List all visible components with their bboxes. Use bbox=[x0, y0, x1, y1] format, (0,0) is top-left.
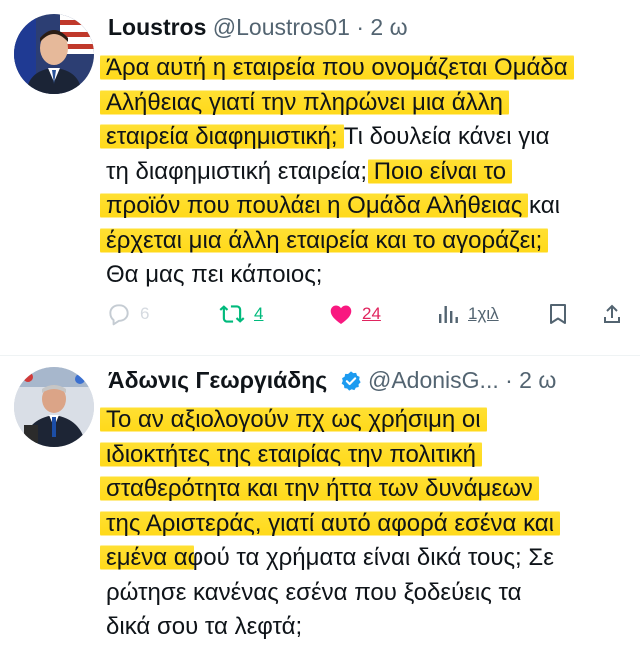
plain-text: δικά σου τα λεφτά; bbox=[106, 613, 303, 640]
reply-count: 6 bbox=[140, 304, 150, 323]
tweet-1[interactable]: Loustros @Loustros01 · 2 ω Άρα αυτή η ετ… bbox=[0, 0, 640, 355]
plain-text: Τι δουλεία κάνει για bbox=[337, 123, 550, 150]
retweet-icon bbox=[219, 305, 245, 323]
text-line: εταιρεία διαφημιστική; Τι δουλεία κάνει … bbox=[100, 120, 626, 155]
tweet-text: Το αν αξιολογούν πχ ως χρήσιμη οι ιδιοκτ… bbox=[100, 403, 626, 645]
separator-dot: · bbox=[356, 14, 364, 40]
separator-dot: · bbox=[505, 367, 513, 393]
text-line: ιδιοκτήτες της εταιρίας την πολιτική bbox=[100, 438, 626, 473]
text-line: Θα μας πει κάποιος; bbox=[106, 258, 626, 293]
author-handle[interactable]: @Loustros01 bbox=[213, 14, 350, 40]
share-button[interactable] bbox=[600, 296, 624, 332]
avatar[interactable] bbox=[14, 14, 94, 94]
plain-text: τη διαφημιστική εταιρεία; bbox=[106, 157, 368, 185]
text-line: της Αριστεράς, γιατί αυτό αφορά εσένα κα… bbox=[100, 507, 626, 542]
plain-text: και bbox=[522, 192, 560, 219]
author-name[interactable]: Loustros bbox=[108, 14, 206, 40]
retweet-button[interactable]: 4 bbox=[218, 296, 263, 332]
text-line: δικά σου τα λεφτά; bbox=[106, 610, 626, 645]
text-line: Αλήθειας γιατί την πληρώνει μια άλλη bbox=[100, 86, 626, 121]
avatar-photo-icon bbox=[14, 14, 94, 94]
bookmark-icon bbox=[550, 304, 566, 324]
text-line: ρώτησε κανένας εσένα που ξοδεύεις τα bbox=[106, 576, 626, 611]
avatar[interactable] bbox=[14, 367, 94, 447]
share-icon bbox=[604, 304, 620, 323]
views-button[interactable]: 1χιλ bbox=[436, 296, 499, 332]
highlighted-text: ιδιοκτήτες της εταιρίας την πολιτική bbox=[100, 440, 482, 468]
highlighted-text: της Αριστεράς, γιατί αυτό αφορά εσένα κα… bbox=[100, 509, 560, 537]
author-name[interactable]: Άδωνις Γεωργιάδης bbox=[108, 367, 327, 393]
highlighted-text: σταθερότητα και την ήττα των δυνάμεων bbox=[100, 475, 539, 502]
like-button[interactable]: 24 bbox=[328, 296, 381, 332]
verified-badge-icon bbox=[340, 370, 362, 398]
text-line: Άρα αυτή η εταιρεία που ονομάζεται Ομάδα bbox=[100, 51, 626, 86]
plain-text: φού τα χρήματα είναι δικά τους; Σε bbox=[187, 544, 554, 571]
text-line: εμένα αφού τα χρήματα είναι δικά τους; Σ… bbox=[100, 541, 626, 576]
author-handle[interactable]: @AdonisG... bbox=[368, 367, 499, 393]
plain-text: ρώτησε κανένας εσένα που ξοδεύεις τα bbox=[106, 578, 522, 606]
bookmark-button[interactable] bbox=[546, 296, 570, 332]
avatar-photo-icon bbox=[14, 367, 94, 447]
text-line: σταθερότητα και την ήττα των δυνάμεων bbox=[100, 472, 626, 507]
highlighted-text: έρχεται μια άλλη εταιρεία και το αγοράζε… bbox=[100, 226, 549, 254]
timestamp[interactable]: 2 ω bbox=[519, 367, 556, 393]
tweet-actions: 6 4 24 1χιλ bbox=[106, 296, 626, 332]
highlighted-text: Άρα αυτή η εταιρεία που ονομάζεται Ομάδα bbox=[100, 54, 574, 81]
heart-icon bbox=[330, 305, 352, 324]
tweet-header: Άδωνις Γεωργιάδης @AdonisG... · 2 ω bbox=[108, 367, 556, 398]
retweet-count: 4 bbox=[254, 304, 264, 323]
highlighted-text: εμένα α bbox=[100, 544, 194, 571]
plain-text: Θα μας πει κάποιος; bbox=[106, 261, 323, 288]
highlighted-text: προϊόν που πουλάει η Ομάδα Αλήθειας bbox=[100, 192, 529, 219]
text-line: Το αν αξιολογούν πχ ως χρήσιμη οι bbox=[100, 403, 626, 438]
highlighted-text: Αλήθειας γιατί την πληρώνει μια άλλη bbox=[100, 88, 509, 116]
text-line: προϊόν που πουλάει η Ομάδα Αλήθειας και bbox=[100, 189, 626, 224]
tweet-text: Άρα αυτή η εταιρεία που ονομάζεται Ομάδα… bbox=[100, 51, 626, 293]
tweet-2[interactable]: Άδωνις Γεωργιάδης @AdonisG... · 2 ω Το α… bbox=[0, 355, 640, 644]
text-line: τη διαφημιστική εταιρεία; Ποιο είναι το bbox=[106, 155, 626, 190]
timestamp[interactable]: 2 ω bbox=[370, 14, 407, 40]
reply-icon bbox=[109, 304, 129, 326]
highlighted-text: Ποιο είναι το bbox=[367, 157, 513, 185]
highlighted-text: Το αν αξιολογούν πχ ως χρήσιμη οι bbox=[100, 406, 487, 433]
views-chart-icon bbox=[439, 306, 458, 323]
text-line: έρχεται μια άλλη εταιρεία και το αγοράζε… bbox=[100, 224, 626, 259]
highlighted-text: εταιρεία διαφημιστική; bbox=[100, 123, 344, 150]
views-count: 1χιλ bbox=[468, 304, 499, 323]
tweet-header: Loustros @Loustros01 · 2 ω bbox=[108, 14, 408, 41]
reply-button[interactable]: 6 bbox=[106, 296, 149, 332]
like-count: 24 bbox=[362, 304, 381, 323]
